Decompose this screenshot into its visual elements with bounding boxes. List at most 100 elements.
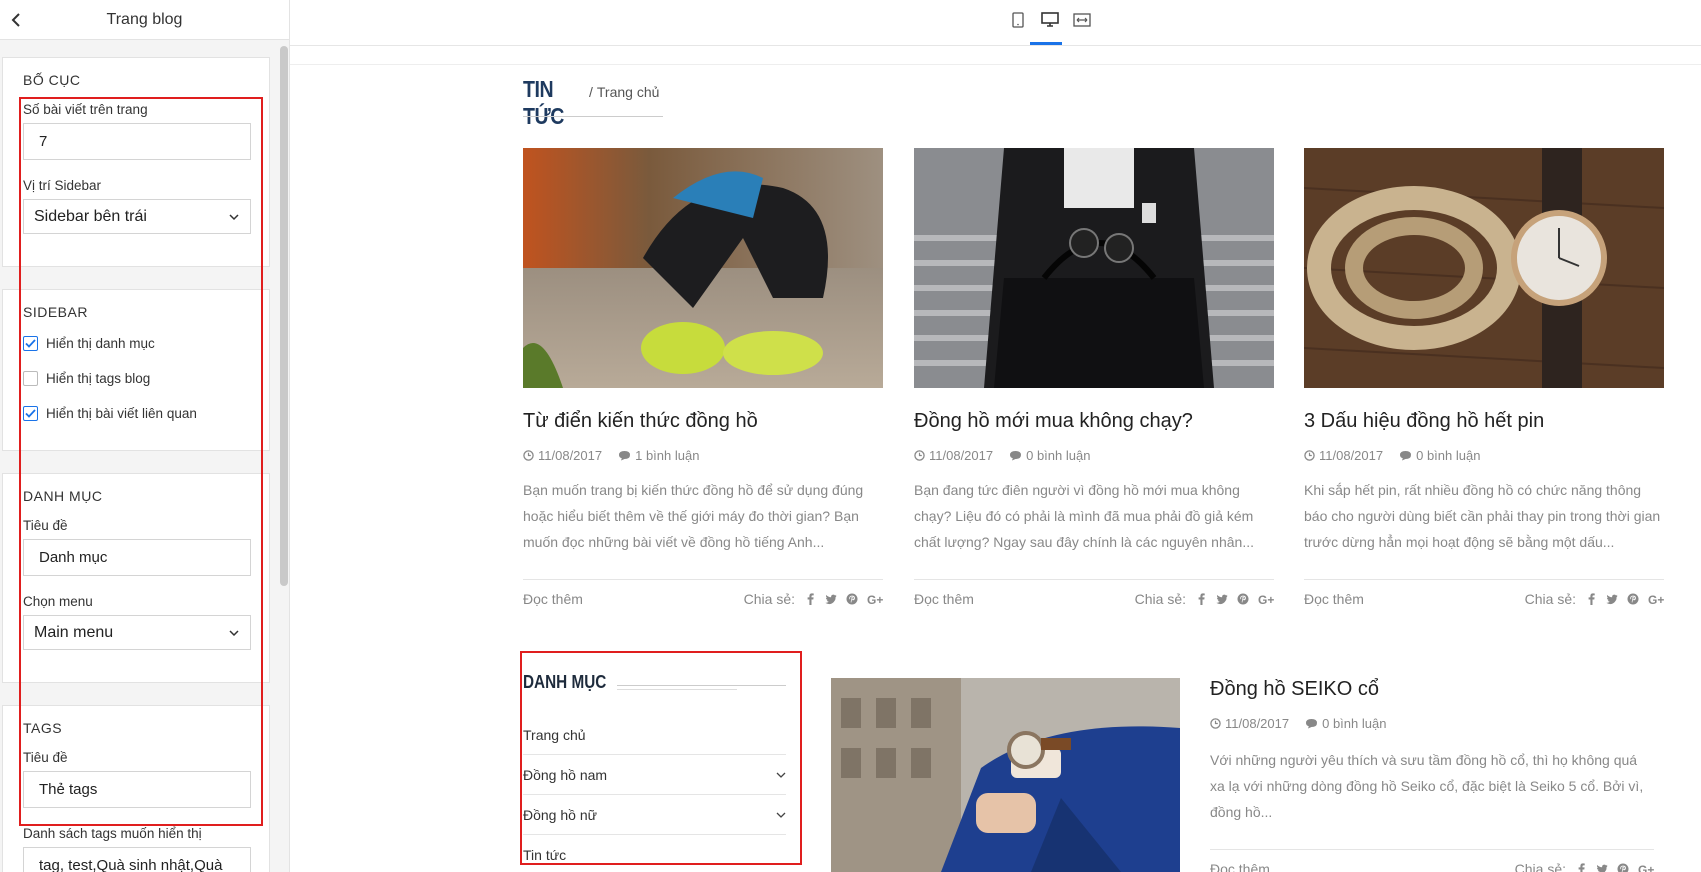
active-device-indicator <box>1030 42 1062 45</box>
menu-select-value: Main menu <box>34 623 114 641</box>
facebook-icon[interactable] <box>1575 862 1587 872</box>
menu-select[interactable]: Main menu <box>23 615 251 650</box>
layout-section-title: BỐ CỤC <box>23 72 81 88</box>
breadcrumb: TIN TỨC / Trang chủ <box>523 76 659 130</box>
sidebar-position-value: Sidebar bên trái <box>34 207 147 225</box>
twitter-icon[interactable] <box>1596 862 1608 872</box>
svg-text:G+: G+ <box>867 594 883 605</box>
read-more-link[interactable]: Đọc thêm <box>914 591 974 607</box>
tags-title-input[interactable]: Thẻ tags <box>23 771 251 808</box>
show-category-checkbox[interactable] <box>23 335 38 351</box>
chevron-down-icon[interactable] <box>776 771 786 779</box>
chevron-down-icon <box>229 213 239 220</box>
tags-list-input[interactable]: tag, test,Quà sinh nhật,Quà <box>23 847 251 872</box>
desktop-icon <box>1041 12 1059 27</box>
post-title[interactable]: Đồng hồ SEIKO cổ <box>1210 678 1654 704</box>
post-meta: 11/08/2017 1 bình luận <box>523 448 883 463</box>
pinterest-icon[interactable] <box>846 592 858 606</box>
clock-icon <box>1210 718 1221 729</box>
post-footer: Đọc thêm Chia sẻ: G+ <box>523 579 883 607</box>
pinterest-icon[interactable] <box>1237 592 1249 606</box>
category-list: Trang chủ Đồng hồ nam Đồng hồ nữ Tin tức <box>523 715 786 872</box>
google-plus-icon[interactable]: G+ <box>867 592 883 606</box>
chevron-left-icon <box>11 13 20 27</box>
twitter-icon[interactable] <box>825 592 837 606</box>
post-comments[interactable]: 0 bình luận <box>1026 448 1090 463</box>
facebook-icon[interactable] <box>1195 592 1207 606</box>
expand-width-icon <box>1073 13 1091 27</box>
tags-section-title: TAGS <box>23 720 63 736</box>
google-plus-icon[interactable]: G+ <box>1648 592 1664 606</box>
share-label: Chia sẻ: <box>743 591 795 607</box>
read-more-link[interactable]: Đọc thêm <box>1210 861 1270 872</box>
pinterest-icon[interactable] <box>1627 592 1639 606</box>
post-image-runner[interactable] <box>523 148 883 388</box>
svg-text:G+: G+ <box>1258 594 1274 605</box>
widget-title-rule <box>617 685 786 686</box>
breadcrumb-home-link[interactable]: Trang chủ <box>597 84 660 100</box>
show-category-option[interactable]: Hiển thị danh mục <box>23 332 249 354</box>
category-section-title: DANH MỤC <box>23 488 103 504</box>
post-meta: 11/08/2017 0 bình luận <box>1304 448 1664 463</box>
tags-section: TAGS Tiêu đề Thẻ tags Danh sách tags muố… <box>2 705 270 872</box>
twitter-icon[interactable] <box>1216 592 1228 606</box>
show-category-label: Hiển thị danh mục <box>46 335 155 351</box>
post-title[interactable]: 3 Dấu hiệu đồng hồ hết pin <box>1304 410 1664 436</box>
post-date: 11/08/2017 <box>538 448 603 463</box>
facebook-icon[interactable] <box>804 592 816 606</box>
category-item-home[interactable]: Trang chủ <box>523 715 786 755</box>
post-comments[interactable]: 0 bình luận <box>1322 716 1386 731</box>
desktop-view-button[interactable] <box>1040 10 1060 30</box>
check-icon <box>25 338 36 348</box>
post-comments[interactable]: 1 bình luận <box>635 448 699 463</box>
panel-scrollbar[interactable] <box>280 46 288 586</box>
sidebar-position-select[interactable]: Sidebar bên trái <box>23 199 251 234</box>
category-section: DANH MỤC Tiêu đề Danh mục Chọn menu Main… <box>2 473 270 683</box>
chevron-down-icon[interactable] <box>776 811 786 819</box>
clock-icon <box>523 450 534 461</box>
clock-icon <box>1304 450 1315 461</box>
mobile-view-button[interactable] <box>1008 10 1028 30</box>
chevron-down-icon <box>229 629 239 636</box>
post-meta: 11/08/2017 0 bình luận <box>1210 716 1654 731</box>
back-button[interactable] <box>4 6 28 34</box>
category-title-input[interactable]: Danh mục <box>23 539 251 576</box>
pinterest-icon[interactable] <box>1617 862 1629 872</box>
post-image-suit-watch[interactable] <box>831 678 1180 872</box>
read-more-link[interactable]: Đọc thêm <box>1304 591 1364 607</box>
share-label: Chia sẻ: <box>1524 591 1576 607</box>
facebook-icon[interactable] <box>1585 592 1597 606</box>
category-item-men-watches[interactable]: Đồng hồ nam <box>523 755 786 795</box>
post-meta: 11/08/2017 0 bình luận <box>914 448 1274 463</box>
show-tags-option[interactable]: Hiển thị tags blog <box>23 367 249 389</box>
show-related-checkbox[interactable] <box>23 405 38 421</box>
google-plus-icon[interactable]: G+ <box>1258 592 1274 606</box>
post-footer: Đọc thêm Chia sẻ: G+ <box>914 579 1274 607</box>
category-item-label: Đồng hồ nữ <box>523 806 597 823</box>
category-item-news[interactable]: Tin tức <box>523 835 786 872</box>
share-bar: Chia sẻ: G+ <box>744 591 883 607</box>
posts-per-page-input[interactable]: 7 <box>23 123 251 160</box>
comment-icon <box>1400 451 1412 461</box>
category-item-women-watches[interactable]: Đồng hồ nữ <box>523 795 786 835</box>
read-more-link[interactable]: Đọc thêm <box>523 591 583 607</box>
share-label: Chia sẻ: <box>1134 591 1186 607</box>
post-image-watch-rope[interactable] <box>1304 148 1664 388</box>
category-title-label: Tiêu đề <box>23 518 68 533</box>
post-title[interactable]: Đồng hồ mới mua không chạy? <box>914 410 1274 436</box>
post-image-handbag[interactable] <box>914 148 1274 388</box>
post-date: 11/08/2017 <box>929 448 994 463</box>
fullwidth-view-button[interactable] <box>1072 10 1092 30</box>
panel-header: Trang blog <box>0 0 289 40</box>
show-related-option[interactable]: Hiển thị bài viết liên quan <box>23 402 249 424</box>
comment-icon <box>619 451 631 461</box>
twitter-icon[interactable] <box>1606 592 1618 606</box>
mobile-icon <box>1012 12 1024 28</box>
show-tags-checkbox[interactable] <box>23 370 38 386</box>
post-title[interactable]: Từ điển kiến thức đồng hồ <box>523 410 883 436</box>
google-plus-icon[interactable]: G+ <box>1638 862 1654 872</box>
post-comments[interactable]: 0 bình luận <box>1416 448 1480 463</box>
share-bar: Chia sẻ: G+ <box>1515 861 1654 872</box>
preview-divider <box>290 64 1701 65</box>
post-card: Từ điển kiến thức đồng hồ 11/08/2017 1 b… <box>523 148 883 607</box>
